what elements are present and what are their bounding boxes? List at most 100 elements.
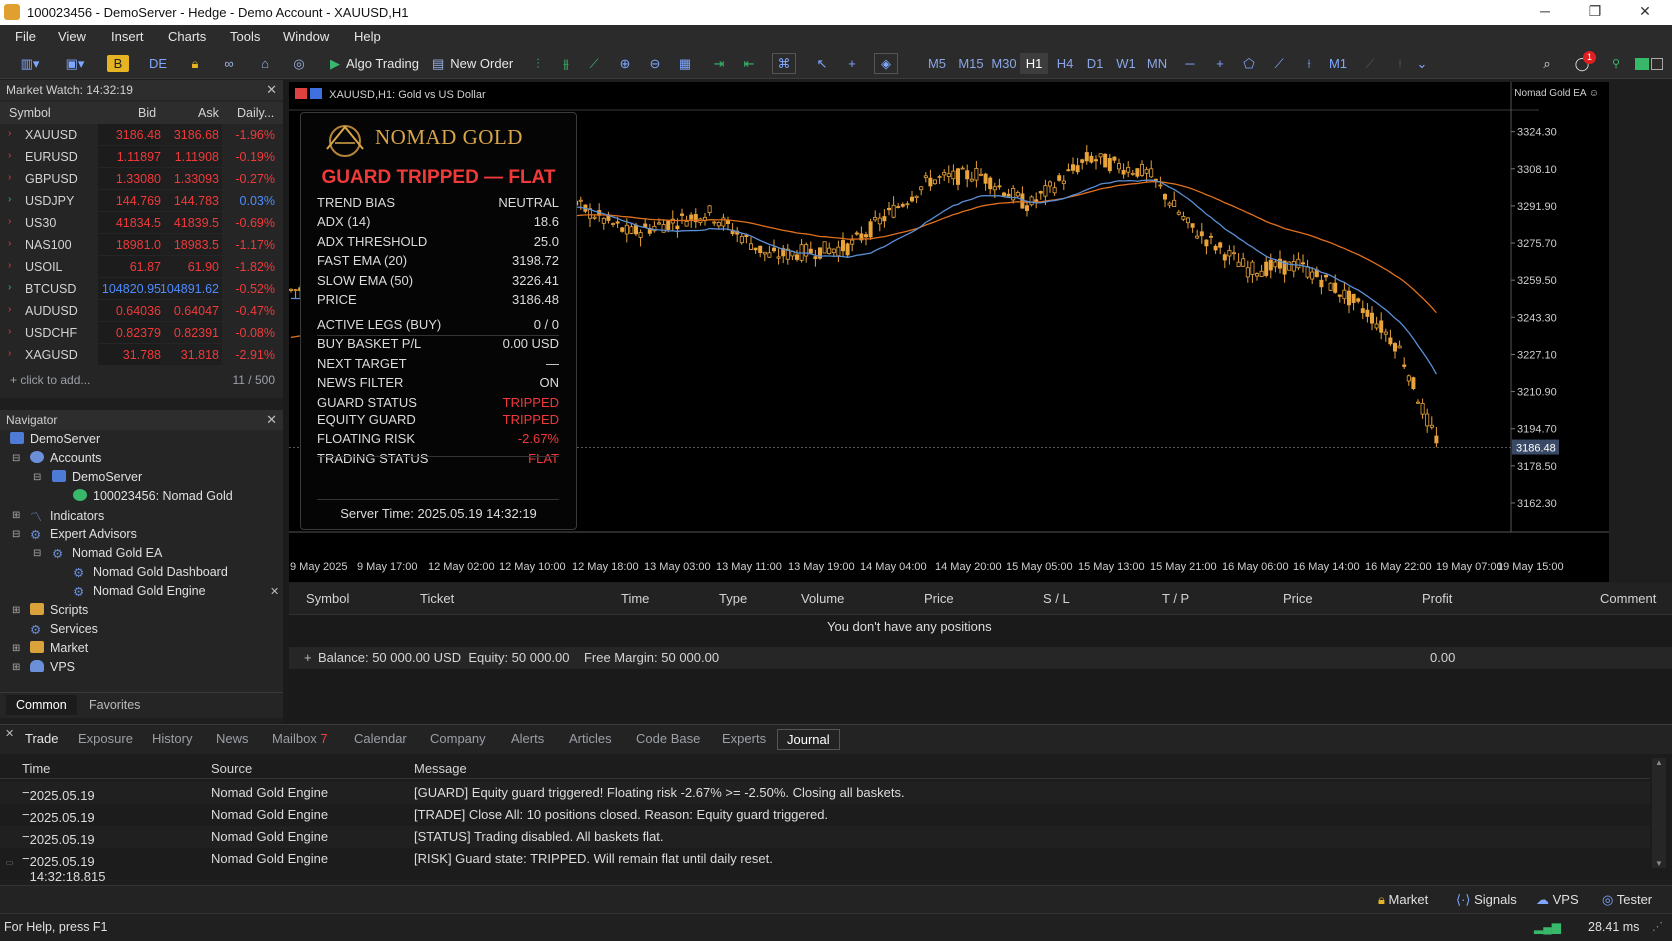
nav-nomad-gold-ea[interactable]: ⚙ Nomad Gold EA (52, 546, 162, 561)
zoom-in-icon[interactable]: ⊕ (615, 53, 635, 74)
market-watch-row[interactable]: › EURUSD 1.11897 1.11908 -0.19% (0, 146, 283, 168)
new-chart-icon[interactable]: ▥▾ (10, 53, 50, 74)
col-ticket[interactable]: Ticket (420, 591, 454, 606)
signals-link[interactable]: ⟨·⟩ Signals (1456, 892, 1517, 908)
market-watch-row[interactable]: › USDJPY 144.769 144.783 0.03% (0, 190, 283, 212)
col-profit[interactable]: Profit (1422, 591, 1452, 606)
menu-view[interactable]: View (58, 29, 86, 44)
menu-help[interactable]: Help (354, 29, 381, 44)
collapse-icon[interactable]: ⊟ (33, 548, 41, 559)
market-watch-icon[interactable]: B (107, 55, 129, 72)
tab-common[interactable]: Common (6, 695, 77, 715)
market-watch-row[interactable]: › US30 41834.5 41839.5 -0.69% (0, 212, 283, 234)
tab-favorites[interactable]: Favorites (89, 698, 140, 712)
tab-trade[interactable]: Trade (25, 731, 58, 746)
close-button[interactable]: ✕ (1630, 3, 1660, 20)
tf-m30[interactable]: M30 (988, 53, 1020, 74)
splitter[interactable] (283, 80, 289, 724)
tab-code-base[interactable]: Code Base (636, 731, 700, 746)
chart-shift-icon[interactable]: ⇤ (738, 53, 760, 74)
market-watch-row[interactable]: › NAS100 18981.0 18983.5 -1.17% (0, 234, 283, 256)
menu-tools[interactable]: Tools (230, 29, 260, 44)
col-sl[interactable]: S / L (1043, 591, 1070, 606)
minimize-button[interactable]: ─ (1530, 3, 1560, 19)
col-bid[interactable]: Bid (138, 106, 156, 120)
journal-row[interactable]: − 2025.05.19 14:32:18.791 Nomad Gold Engi… (0, 804, 1650, 840)
nav-demoserver-root[interactable]: DemoServer (10, 432, 100, 446)
tf-h4[interactable]: H4 (1051, 53, 1079, 74)
tf-w1[interactable]: W1 (1112, 53, 1140, 74)
search-icon[interactable]: ⌕ (1536, 53, 1558, 74)
fibo-icon[interactable]: ⟊ (1298, 53, 1320, 74)
collapse-icon[interactable]: ⊟ (12, 453, 20, 464)
menu-file[interactable]: File (15, 29, 36, 44)
tab-journal[interactable]: Journal (777, 729, 840, 750)
de-button[interactable]: DE (145, 53, 171, 74)
col-time[interactable]: Time (621, 591, 649, 606)
bank-icon[interactable]: ⌂ (254, 53, 276, 74)
more-icon[interactable]: ⌄ (1414, 53, 1430, 74)
cursor-icon[interactable]: ↖ (812, 53, 832, 74)
col-source[interactable]: Source (211, 761, 252, 776)
journal-row[interactable]: − 2025.05.19 14:32:18.742 Nomad Gold Engi… (0, 782, 1650, 818)
col-volume[interactable]: Volume (801, 591, 844, 606)
collapse-icon[interactable]: ⊟ (12, 529, 20, 540)
market-watch-row[interactable]: › USOIL 61.87 61.90 -1.82% (0, 256, 283, 278)
candlestick-icon[interactable]: ⫵ (556, 53, 576, 74)
expand-icon[interactable]: ⊞ (12, 643, 20, 654)
tab-experts[interactable]: Experts (722, 731, 766, 746)
expand-icon[interactable]: + (304, 650, 312, 665)
tab-history[interactable]: History (152, 731, 192, 746)
close-icon[interactable]: ✕ (266, 412, 277, 428)
scroll-up-icon[interactable]: ▲ (1652, 758, 1666, 767)
market-watch-row[interactable]: › GBPUSD 1.33080 1.33093 -0.27% (0, 168, 283, 190)
col-message[interactable]: Message (414, 761, 467, 776)
objects-icon[interactable]: ◈ (874, 53, 898, 74)
tab-news[interactable]: News (216, 731, 249, 746)
tab-company[interactable]: Company (430, 731, 486, 746)
lock-icon[interactable]: 🔒︎ (184, 53, 206, 74)
notifications-icon[interactable]: ◯ 1 (1570, 51, 1596, 74)
col-daily[interactable]: Daily... (237, 106, 274, 120)
expand-icon[interactable]: ⊞ (12, 510, 20, 521)
zoom-out-icon[interactable]: ⊖ (645, 53, 665, 74)
scroll-down-icon[interactable]: ▼ (1652, 859, 1666, 868)
journal-row[interactable]: − 2025.05.19 14:32:18.815 Nomad Gold Engi… (0, 848, 1650, 884)
journal-scrollbar[interactable]: ▲ ▼ (1652, 758, 1666, 868)
grid-icon[interactable]: ▦ (675, 53, 695, 74)
market-watch-row[interactable]: › AUDUSD 0.64036 0.64047 -0.47% (0, 300, 283, 322)
restore-button[interactable]: ❐ (1580, 3, 1610, 20)
tester-link[interactable]: ◎ Tester (1602, 892, 1652, 908)
new-order-button[interactable]: ▤ New Order (432, 53, 522, 74)
tab-calendar[interactable]: Calendar (354, 731, 407, 746)
close-icon[interactable]: ✕ (5, 727, 14, 740)
chain-icon[interactable]: ∞ (216, 53, 242, 74)
nav-vps[interactable]: VPS (30, 660, 75, 674)
col-price[interactable]: Price (924, 591, 954, 606)
col-time[interactable]: Time (22, 761, 50, 776)
tab-articles[interactable]: Articles (569, 731, 612, 746)
bar-chart-icon[interactable]: ⫶ (528, 53, 548, 74)
tf-m15[interactable]: M15 (955, 53, 987, 74)
click-to-add[interactable]: + click to add... (10, 373, 90, 387)
nav-demoserver[interactable]: DemoServer (52, 470, 142, 484)
autoscroll-icon[interactable]: ⇥ (708, 53, 730, 74)
col-comment[interactable]: Comment (1600, 591, 1656, 606)
col-price-current[interactable]: Price (1283, 591, 1313, 606)
nav-expert-advisors[interactable]: ⚙ Expert Advisors (30, 527, 137, 542)
tf-mn[interactable]: MN (1142, 53, 1172, 74)
menu-insert[interactable]: Insert (111, 29, 144, 44)
nav-nomad-gold-engine[interactable]: ⚙ Nomad Gold Engine (73, 584, 206, 599)
crosshair-icon[interactable]: + (842, 53, 862, 74)
expand-icon[interactable]: ⊞ (12, 662, 20, 673)
market-watch-row[interactable]: › XAGUSD 31.788 31.818 -2.91% (0, 344, 283, 366)
nav-nomad-gold-dashboard[interactable]: ⚙ Nomad Gold Dashboard (73, 565, 228, 580)
col-symbol[interactable]: Symbol (9, 106, 51, 120)
nav-market[interactable]: Market (30, 641, 88, 655)
market-watch-row[interactable]: › BTCUSD 104820.95 104891.62 -0.52% (0, 278, 283, 300)
close-icon[interactable]: ✕ (270, 585, 279, 598)
profiles-icon[interactable]: ▣▾ (55, 53, 95, 74)
tf-h1[interactable]: H1 (1020, 53, 1048, 74)
trendline-icon[interactable]: ⟋ (1268, 53, 1290, 74)
nav-scripts[interactable]: Scripts (30, 603, 88, 617)
